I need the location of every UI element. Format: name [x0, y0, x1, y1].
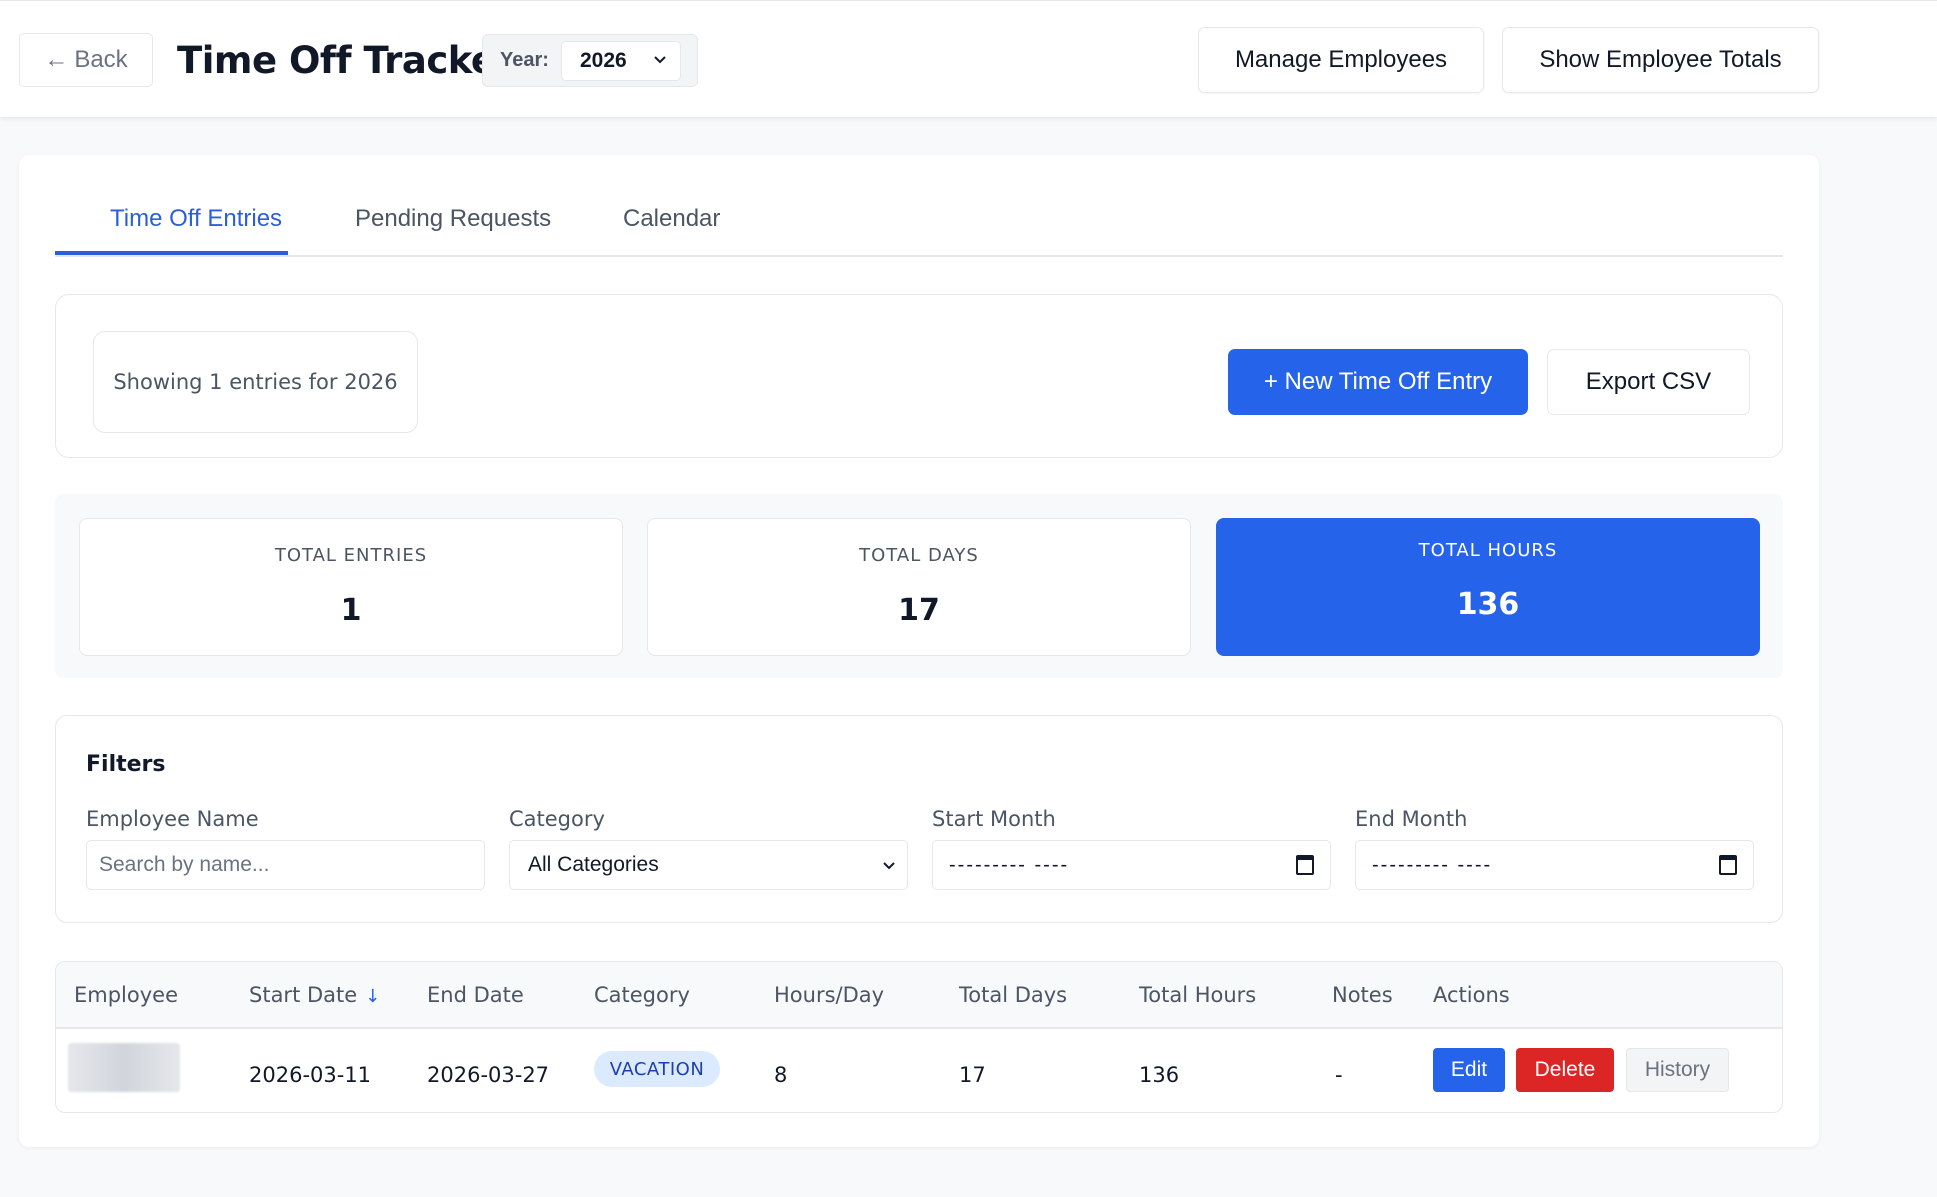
start-month-label: Start Month [932, 807, 1056, 831]
tab-pending-requests[interactable]: Pending Requests [355, 205, 551, 233]
cell-hours-per-day: 8 [774, 1063, 788, 1087]
manage-employees-button[interactable]: Manage Employees [1198, 27, 1484, 93]
page-title: Time Off Tracker [177, 39, 514, 82]
filters-title: Filters [86, 752, 166, 777]
table-header: Employee Start Date ↓ End Date Category H… [56, 962, 1782, 1029]
employee-search-input[interactable]: Search by name... [86, 840, 485, 890]
end-month-input[interactable]: --------- ---- [1355, 840, 1754, 890]
employee-name-label: Employee Name [86, 807, 259, 831]
column-header-category[interactable]: Category [594, 983, 690, 1007]
back-label: Back [74, 46, 128, 73]
category-select[interactable]: All Categories [509, 840, 908, 890]
category-badge: VACATION [594, 1051, 720, 1087]
calendar-icon[interactable] [1296, 855, 1314, 875]
entries-table: Employee Start Date ↓ End Date Category H… [55, 961, 1783, 1113]
main-card: Time Off Entries Pending Requests Calend… [19, 155, 1819, 1147]
cell-total-days: 17 [959, 1063, 986, 1087]
category-value: All Categories [528, 853, 659, 876]
column-header-total-hours[interactable]: Total Hours [1139, 983, 1256, 1007]
start-month-input[interactable]: --------- ---- [932, 840, 1331, 890]
top-bar: ← Back Time Off Tracker Year: 2026 Manag… [0, 0, 1937, 117]
stat-value: 17 [898, 593, 940, 628]
column-header-employee[interactable]: Employee [74, 983, 178, 1007]
column-header-start-date[interactable]: Start Date ↓ [249, 983, 380, 1007]
action-panel: Showing 1 entries for 2026 + New Time Of… [55, 294, 1783, 458]
category-label: Category [509, 807, 605, 831]
year-select[interactable]: 2026 [561, 41, 681, 81]
end-month-label: End Month [1355, 807, 1468, 831]
cell-total-hours: 136 [1139, 1063, 1180, 1087]
history-button[interactable]: History [1626, 1048, 1729, 1092]
stat-value: 136 [1456, 587, 1520, 622]
stat-total-days: TOTAL DAYS 17 [647, 518, 1191, 656]
year-value: 2026 [580, 49, 627, 72]
entries-summary: Showing 1 entries for 2026 [93, 331, 418, 433]
tab-calendar[interactable]: Calendar [623, 205, 720, 233]
start-month-value: --------- ---- [949, 853, 1070, 876]
chevron-down-icon [654, 56, 666, 64]
year-label: Year: [500, 49, 549, 71]
tab-time-off-entries[interactable]: Time Off Entries [110, 205, 282, 233]
sort-down-icon: ↓ [365, 986, 381, 1007]
arrow-left-icon: ← [44, 46, 69, 73]
column-header-hours-per-day[interactable]: Hours/Day [774, 983, 884, 1007]
end-month-value: --------- ---- [1372, 853, 1493, 876]
active-tab-indicator [55, 251, 288, 255]
tab-bar: Time Off Entries Pending Requests Calend… [55, 155, 1783, 257]
stat-value: 1 [340, 593, 362, 628]
stat-total-entries: TOTAL ENTRIES 1 [79, 518, 623, 656]
stat-label: TOTAL HOURS [1418, 540, 1558, 561]
chevron-down-icon [883, 862, 895, 870]
stat-label: TOTAL ENTRIES [274, 545, 428, 566]
export-csv-button[interactable]: Export CSV [1547, 349, 1750, 415]
column-header-total-days[interactable]: Total Days [959, 983, 1067, 1007]
column-header-actions: Actions [1433, 983, 1510, 1007]
back-button[interactable]: ← Back [19, 33, 153, 87]
show-employee-totals-button[interactable]: Show Employee Totals [1502, 27, 1819, 93]
stat-total-hours: TOTAL HOURS 136 [1216, 518, 1760, 656]
cell-end-date: 2026-03-27 [427, 1063, 550, 1087]
filters-panel: Filters Employee Name Search by name... … [55, 715, 1783, 923]
employee-name-redacted [68, 1043, 180, 1092]
stat-label: TOTAL DAYS [859, 545, 979, 566]
cell-notes: - [1335, 1063, 1343, 1087]
calendar-icon[interactable] [1719, 855, 1737, 875]
column-header-label: Start Date [249, 983, 358, 1007]
column-header-end-date[interactable]: End Date [427, 983, 524, 1007]
cell-start-date: 2026-03-11 [249, 1063, 372, 1087]
new-time-off-entry-button[interactable]: + New Time Off Entry [1228, 349, 1528, 415]
delete-button[interactable]: Delete [1516, 1048, 1614, 1092]
stats-panel: TOTAL ENTRIES 1 TOTAL DAYS 17 TOTAL HOUR… [55, 494, 1783, 678]
year-picker: Year: 2026 [482, 34, 698, 87]
column-header-notes: Notes [1332, 983, 1393, 1007]
edit-button[interactable]: Edit [1433, 1048, 1505, 1092]
